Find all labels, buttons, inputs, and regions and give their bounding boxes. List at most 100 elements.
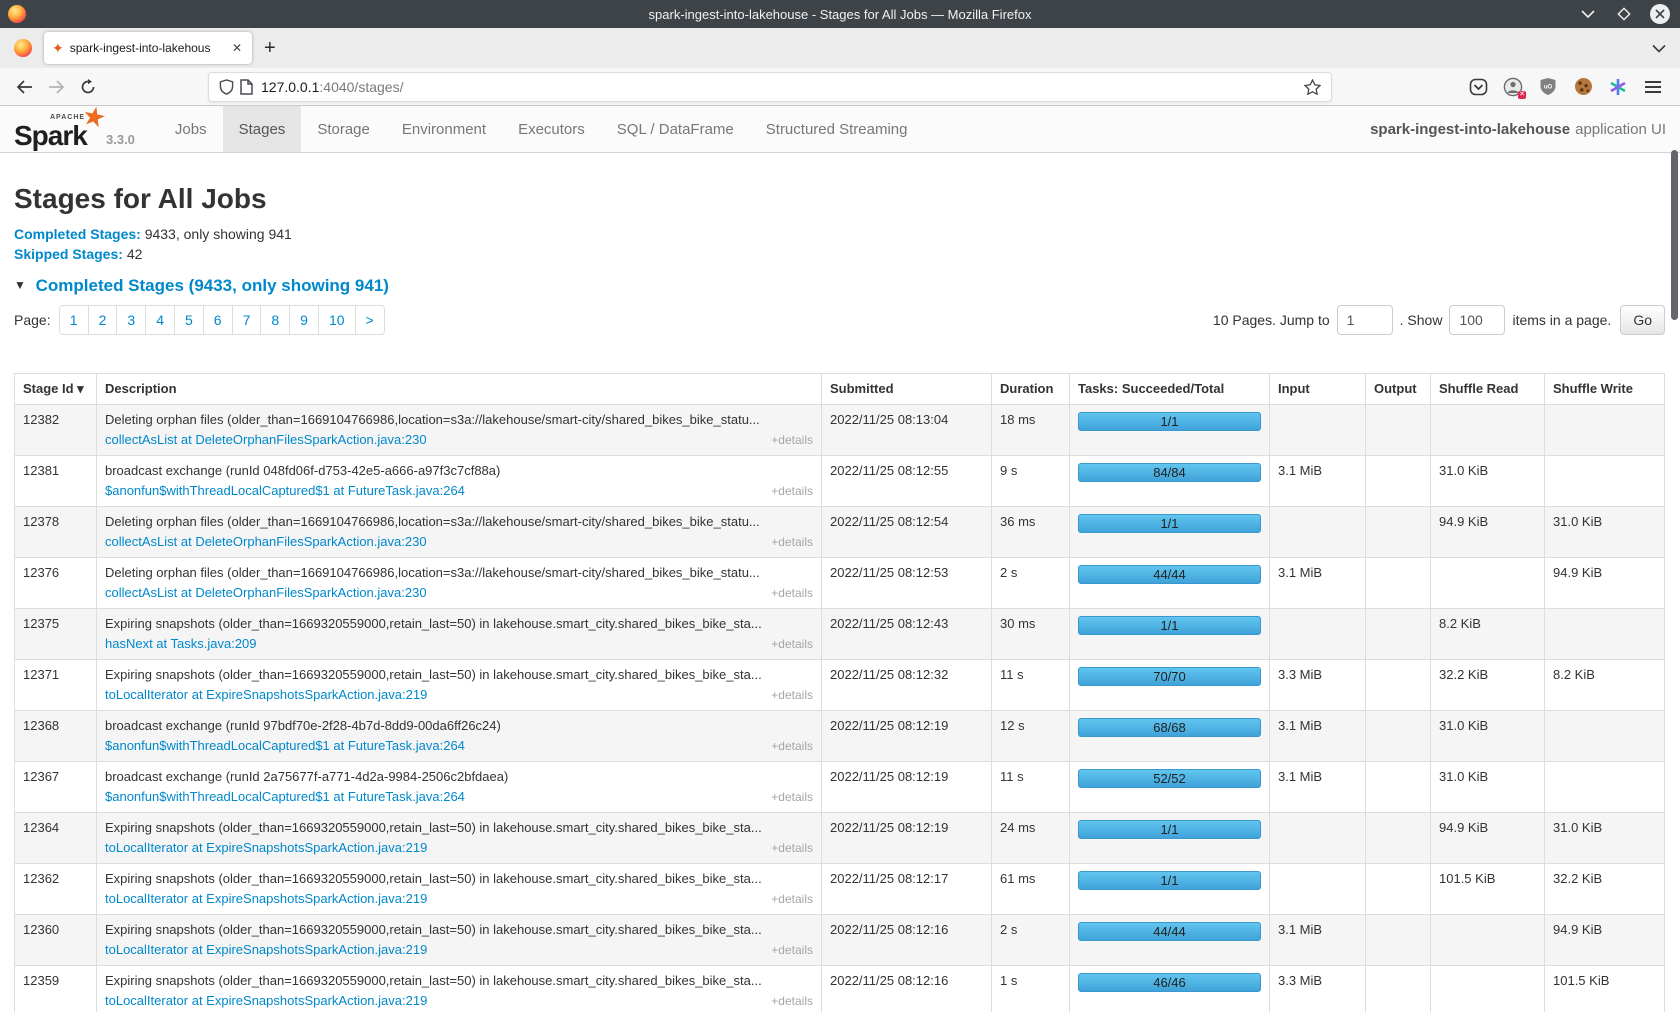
details-toggle[interactable]: +details [771,890,813,908]
details-toggle[interactable]: +details [771,584,813,602]
bookmark-star-icon[interactable] [1304,79,1321,95]
go-button[interactable]: Go [1620,305,1665,335]
nav-item-jobs[interactable]: Jobs [159,106,223,152]
stage-detail-link[interactable]: $anonfun$withThreadLocalCaptured$1 at Fu… [105,482,465,500]
collapse-arrow-icon: ▼ [14,278,26,292]
page-button-9[interactable]: 9 [289,306,318,334]
completed-stages-section-toggle[interactable]: ▼ Completed Stages (9433, only showing 9… [14,274,1665,297]
page-info-icon[interactable] [240,79,253,95]
back-button[interactable] [8,72,40,102]
column-header[interactable]: Duration [992,374,1070,405]
stage-row: 12371Expiring snapshots (older_than=1669… [15,660,1665,711]
stage-detail-link[interactable]: $anonfun$withThreadLocalCaptured$1 at Fu… [105,737,465,755]
page-button-1[interactable]: 1 [60,306,88,334]
stage-detail-link[interactable]: toLocalIterator at ExpireSnapshotsSparkA… [105,992,427,1010]
tasks-progress-bar: 44/44 [1078,922,1261,941]
nav-item-storage[interactable]: Storage [301,106,386,152]
column-header[interactable]: Tasks: Succeeded/Total [1070,374,1270,405]
stage-detail-link[interactable]: toLocalIterator at ExpireSnapshotsSparkA… [105,839,427,857]
reload-button[interactable] [72,72,104,102]
page-button-6[interactable]: 6 [203,306,232,334]
stage-row: 12364Expiring snapshots (older_than=1669… [15,813,1665,864]
column-header[interactable]: Stage Id ▾ [15,374,97,405]
stage-description: Expiring snapshots (older_than=166932055… [105,972,813,990]
details-toggle[interactable]: +details [771,635,813,653]
jump-to-page-input[interactable] [1337,305,1393,335]
stage-detail-link[interactable]: collectAsList at DeleteOrphanFilesSparkA… [105,533,427,551]
asterisk-extension-icon[interactable] [1607,76,1629,98]
vertical-scrollbar-thumb[interactable] [1671,150,1678,320]
skipped-stages-label: Skipped Stages: [14,246,123,262]
tab-close-icon[interactable]: ✕ [230,39,244,57]
details-toggle[interactable]: +details [771,686,813,704]
pocket-icon[interactable] [1467,76,1489,98]
page-button-7[interactable]: 7 [232,306,261,334]
details-toggle[interactable]: +details [771,941,813,959]
stage-detail-link[interactable]: hasNext at Tasks.java:209 [105,635,257,653]
stage-row: 12362Expiring snapshots (older_than=1669… [15,864,1665,915]
page-title: Stages for All Jobs [14,183,1665,215]
url-text[interactable]: 127.0.0.1:4040/stages/ [261,79,403,95]
stage-detail-link[interactable]: toLocalIterator at ExpireSnapshotsSparkA… [105,890,427,908]
spark-brand[interactable]: APACHE Spark ★ 3.3.0 [0,106,145,152]
stage-detail-link[interactable]: collectAsList at DeleteOrphanFilesSparkA… [105,431,427,449]
stage-duration: 30 ms [1000,615,1061,633]
page-button-10[interactable]: 10 [318,306,355,334]
page-button-8[interactable]: 8 [260,306,289,334]
column-header[interactable]: Shuffle Read [1431,374,1545,405]
spark-wordmark: Spark [14,120,87,152]
nav-item-environment[interactable]: Environment [386,106,502,152]
url-bar[interactable]: 127.0.0.1:4040/stages/ [208,72,1332,102]
cookie-extension-icon[interactable] [1572,76,1594,98]
page-button-2[interactable]: 2 [88,306,117,334]
ublock-origin-icon[interactable]: uO [1537,76,1559,98]
stage-description: broadcast exchange (runId 97bdf70e-2f28-… [105,717,813,735]
menu-hamburger-icon[interactable] [1642,76,1664,98]
stage-detail-link[interactable]: toLocalIterator at ExpireSnapshotsSparkA… [105,941,427,959]
stage-detail-link[interactable]: toLocalIterator at ExpireSnapshotsSparkA… [105,686,427,704]
new-tab-button[interactable]: + [264,38,276,58]
spark-logo: APACHE Spark ★ [14,108,100,152]
details-toggle[interactable]: +details [771,992,813,1010]
column-header[interactable]: Input [1270,374,1366,405]
column-header[interactable]: Description [97,374,822,405]
items-per-page-input[interactable] [1449,305,1505,335]
forward-button[interactable] [40,72,72,102]
column-header[interactable]: Submitted [822,374,992,405]
nav-item-sql-dataframe[interactable]: SQL / DataFrame [601,106,750,152]
details-toggle[interactable]: +details [771,533,813,551]
stage-input: 3.1 MiB [1278,768,1357,786]
stage-id: 12378 [23,513,88,531]
page-button-3[interactable]: 3 [116,306,145,334]
firefox-view-button[interactable] [8,33,38,63]
list-all-tabs-button[interactable] [1652,44,1666,53]
page-button-4[interactable]: 4 [145,306,174,334]
nav-item-executors[interactable]: Executors [502,106,601,152]
stage-input: 3.1 MiB [1278,564,1357,582]
completed-stages-label: Completed Stages: [14,226,141,242]
details-toggle[interactable]: +details [771,431,813,449]
stage-shuffle-read: 31.0 KiB [1439,462,1536,480]
stage-id: 12371 [23,666,88,684]
application-ui-label: spark-ingest-into-lakehouse application … [1370,106,1680,152]
column-header[interactable]: Output [1366,374,1431,405]
shield-icon[interactable] [219,79,234,95]
column-header[interactable]: Shuffle Write [1545,374,1665,405]
details-toggle[interactable]: +details [771,839,813,857]
stage-detail-link[interactable]: collectAsList at DeleteOrphanFilesSparkA… [105,584,427,602]
nav-item-structured-streaming[interactable]: Structured Streaming [750,106,924,152]
nav-item-stages[interactable]: Stages [223,106,302,152]
minimize-button[interactable] [1578,4,1598,24]
stage-id: 12362 [23,870,88,888]
details-toggle[interactable]: +details [771,482,813,500]
next-page-button[interactable]: > [355,306,384,334]
close-button[interactable] [1650,4,1670,24]
stage-detail-link[interactable]: $anonfun$withThreadLocalCaptured$1 at Fu… [105,788,465,806]
stage-submitted: 2022/11/25 08:12:16 [830,921,983,939]
account-extension-icon[interactable]: ✕ [1502,76,1524,98]
maximize-button[interactable] [1614,4,1634,24]
page-button-5[interactable]: 5 [174,306,203,334]
details-toggle[interactable]: +details [771,788,813,806]
browser-tab[interactable]: ✦ spark-ingest-into-lakehous ✕ [44,32,252,64]
details-toggle[interactable]: +details [771,737,813,755]
